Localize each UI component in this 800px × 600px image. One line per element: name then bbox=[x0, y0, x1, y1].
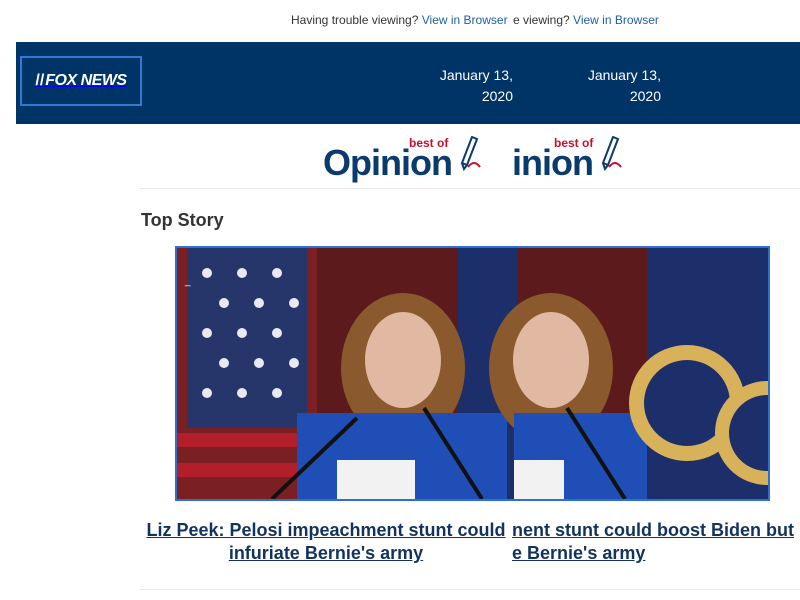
trouble-viewing-line: Having trouble viewing? View in Browser bbox=[291, 13, 512, 27]
best-of-label-duplicate: best of bbox=[554, 136, 594, 150]
best-of-opinion-logo-duplicate: best of inion bbox=[512, 136, 622, 184]
fox-news-logo[interactable]: // FOX NEWS bbox=[20, 56, 142, 106]
section-divider bbox=[140, 188, 800, 189]
best-of-opinion-logo: best of Opinion bbox=[323, 136, 513, 184]
trouble-viewing-text-duplicate: e viewing? bbox=[513, 13, 570, 27]
pen-icon bbox=[456, 136, 482, 180]
pelosi-photo-illustration bbox=[177, 248, 768, 499]
header-bar: // FOX NEWS bbox=[16, 42, 800, 124]
fox-news-logo-text: FOX NEWS bbox=[45, 72, 127, 89]
header-date: January 13, 2020 bbox=[439, 67, 513, 104]
view-in-browser-link-duplicate[interactable]: View in Browser bbox=[573, 13, 659, 27]
trouble-viewing-line-duplicate: e viewing? View in Browser bbox=[513, 13, 673, 27]
fox-logo-slash-icon: // bbox=[35, 72, 45, 89]
top-story-image[interactable]: _ bbox=[175, 246, 770, 501]
top-story-headline[interactable]: Liz Peek: Pelosi impeachment stunt could… bbox=[140, 519, 512, 565]
best-of-label: best of bbox=[409, 136, 449, 150]
header-date-duplicate: January 13, 2020 bbox=[587, 67, 661, 104]
top-story-headline-duplicate[interactable]: nent stunt could boost Biden but e Berni… bbox=[512, 519, 800, 565]
view-in-browser-link[interactable]: View in Browser bbox=[422, 13, 508, 27]
trouble-viewing-text: Having trouble viewing? bbox=[291, 13, 419, 27]
section-divider-bottom bbox=[140, 589, 800, 590]
image-mark: _ bbox=[185, 276, 191, 287]
pen-icon-duplicate bbox=[597, 136, 622, 180]
section-title: Top Story bbox=[141, 210, 224, 230]
